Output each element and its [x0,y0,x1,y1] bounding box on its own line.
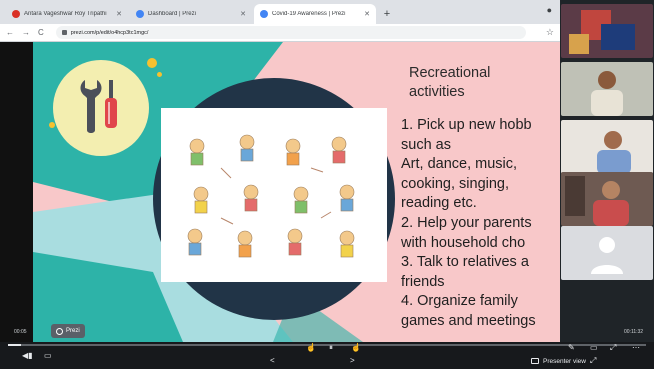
participant-tile[interactable] [561,4,653,58]
time-elapsed: 00:05 [14,329,27,335]
pause-icon[interactable]: ⏸ [329,343,333,353]
browser-tab-dashboard[interactable]: Dashboard | Prezi ✕ [130,4,252,24]
browser-tab-covid[interactable]: Covid-19 Awareness | Prezi ✕ [254,4,376,24]
slide[interactable]: Recreational activities 1. Pick up new h… [33,42,560,342]
captions-icon[interactable]: ▭ [44,351,52,360]
screen-icon[interactable]: ▭ [590,343,598,352]
next-slide-button[interactable]: > [350,356,355,365]
screen: Antara Vageshwar Roy Tripathi ✕ Dashboar… [0,0,654,369]
participant-tile[interactable] [561,62,653,116]
prezi-badge-label: Prezi [66,328,80,334]
url-input[interactable]: prezi.com/p/edit/o4hcp3tc1mgc/ [55,26,526,39]
bookmark-star-icon[interactable]: ☆ [546,27,554,38]
browser-tab-bar: Antara Vageshwar Roy Tripathi ✕ Dashboar… [0,0,560,24]
progress-fill [8,344,21,346]
close-tab-icon[interactable]: ✕ [116,10,122,18]
player-bar: 00:05 00:11:32 ◀▮ ▭ ☝ ⏸ ☝ < > ✎ ▭ ⤢ ⋯ Pr… [0,329,654,369]
presenter-view-label: Presenter view [543,357,586,365]
decor-dot [49,122,55,128]
participant-video [561,62,653,116]
tab-favicon-icon [260,10,268,18]
new-tab-button[interactable]: + [378,4,396,24]
prev-slide-button[interactable]: < [270,356,275,365]
participant-tile[interactable] [561,226,653,280]
stop-icon[interactable]: ☝ [351,343,361,352]
kids-activities-image [161,108,387,282]
url-text: prezi.com/p/edit/o4hcp3tc1mgc/ [70,29,149,36]
progress-track[interactable] [8,344,646,346]
expand-icon[interactable]: ⤢ [610,343,616,353]
prezi-logo-icon [56,327,63,335]
presenter-view-icon [531,358,539,364]
slide-heading: Recreational activities [409,65,491,100]
forward-icon[interactable]: → [22,28,30,37]
decor-dot [157,72,162,77]
participant-video [561,172,653,226]
tools-circle [53,60,149,156]
participant-tile[interactable] [561,172,653,226]
slide-body-text: 1. Pick up new hobb such as Art, dance, … [401,117,536,329]
volume-icon[interactable]: ◀▮ [22,351,33,360]
lock-icon [61,30,67,35]
expand-small-icon[interactable]: ⤢ [590,356,596,366]
stage-left-margin [0,42,33,342]
default-avatar-icon [561,226,653,280]
decor-dot [147,58,157,68]
tab-title: Dashboard | Prezi [148,11,196,17]
wrench-screwdriver-icon [80,80,117,133]
participants-panel [560,0,654,342]
more-icon[interactable]: ⋯ [632,343,640,352]
back-icon[interactable]: ← [6,28,14,37]
presentation-stage: Recreational activities 1. Pick up new h… [0,42,560,342]
pen-icon[interactable]: ✎ [568,343,575,352]
tab-title: Antara Vageshwar Roy Tripathi [24,11,107,17]
browser-tab-antara[interactable]: Antara Vageshwar Roy Tripathi ✕ [6,4,128,24]
tab-favicon-icon [136,10,144,18]
reload-icon[interactable]: C [38,28,44,37]
participant-video [561,120,653,174]
address-bar: ← → C prezi.com/p/edit/o4hcp3tc1mgc/ ☆ [0,24,560,42]
participant-video [561,4,653,58]
close-tab-icon[interactable]: ✕ [240,10,246,18]
presenter-view-button[interactable]: Presenter view ⤢ [531,356,596,366]
participant-tile[interactable] [561,120,653,174]
tab-favicon-icon [12,10,20,18]
time-remaining: 00:11:32 [624,329,644,335]
media-control-icon[interactable]: ● [547,5,552,15]
tab-title: Covid-19 Awareness | Prezi [272,11,346,17]
pointer-icon[interactable]: ☝ [306,343,316,352]
close-tab-icon[interactable]: ✕ [364,10,370,18]
prezi-badge[interactable]: Prezi [51,324,85,338]
